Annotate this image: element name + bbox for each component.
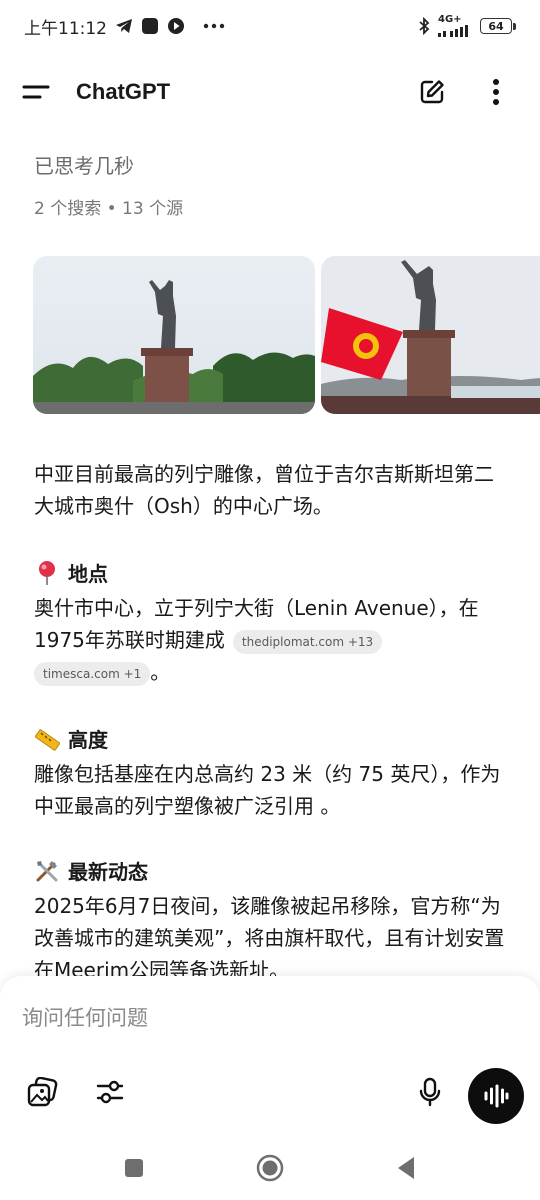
image-upload-button[interactable]: [20, 1070, 64, 1114]
thinking-label[interactable]: 已思考几秒: [34, 150, 134, 179]
tools-button[interactable]: [88, 1070, 132, 1114]
location-end: 。: [150, 660, 171, 684]
height-paragraph: 雕像包括基座在内总高约 23 米（约 75 英尺），作为中亚最高的列宁塑像被广泛…: [34, 762, 501, 818]
location-title: 地点: [68, 562, 108, 586]
lenin-statue-photo-1[interactable]: [33, 256, 315, 414]
status-bar: 上午11:12 4G+ 64: [0, 0, 540, 52]
latest-paragraph: 2025年6月7日夜间，该雕像被起吊移除，官方称“为改善城市的建筑美观”，将由旗…: [34, 894, 505, 982]
height-title: 高度: [68, 728, 108, 752]
location-heading: 地点: [34, 558, 108, 587]
more-vertical-icon: [493, 79, 499, 105]
network-label: 4G+: [438, 14, 462, 25]
app-title: ChatGPT: [76, 79, 171, 104]
new-chat-button[interactable]: [410, 70, 454, 114]
chat-content[interactable]: 已思考几秒 2 个搜索 • 13 个源 中亚目前最高的列宁雕像，曾位于吉尔吉斯斯…: [0, 124, 540, 984]
composer: [0, 976, 540, 1136]
microphone-icon: [419, 1077, 441, 1107]
system-nav-bar: [0, 1136, 540, 1200]
voice-mode-button[interactable]: [468, 1068, 524, 1124]
image-carousel[interactable]: [33, 256, 540, 414]
signal-icon: 4G+: [438, 15, 472, 37]
menu-button[interactable]: [22, 74, 58, 110]
more-dots-icon: [203, 23, 225, 29]
telegram-icon: [115, 18, 133, 34]
status-time: 上午11:12: [24, 18, 107, 39]
latest-title: 最新动态: [68, 860, 148, 884]
home-button[interactable]: [250, 1148, 290, 1188]
dictation-button[interactable]: [408, 1070, 452, 1114]
play-circle-icon: [167, 17, 185, 35]
source-chip-timesca[interactable]: timesca.com +1: [34, 661, 151, 686]
recents-button[interactable]: [114, 1148, 154, 1188]
ruler-icon: [34, 726, 60, 752]
sources-label[interactable]: 2 个搜索 • 13 个源: [34, 194, 183, 219]
message-input[interactable]: [22, 998, 512, 1038]
battery-level: 64: [480, 18, 512, 34]
back-icon: [398, 1157, 414, 1179]
home-icon: [256, 1154, 284, 1182]
intro-paragraph: 中亚目前最高的列宁雕像，曾位于吉尔吉斯斯坦第二大城市奥什（Osh）的中心广场。: [34, 462, 494, 518]
tools-sliders-icon: [96, 1080, 124, 1104]
latest-heading: 最新动态: [34, 856, 148, 885]
app-square-icon: [141, 17, 159, 35]
status-left: 上午11:12: [24, 14, 225, 39]
battery-icon: 64: [480, 18, 516, 34]
back-button[interactable]: [386, 1148, 426, 1188]
voice-mode-icon: [484, 1084, 509, 1108]
app-header: ChatGPT: [0, 60, 540, 124]
height-heading: 高度: [34, 724, 108, 753]
recents-icon: [125, 1159, 143, 1177]
source-chip-diplomat[interactable]: thediplomat.com +13: [232, 629, 383, 654]
image-upload-icon: [27, 1077, 58, 1107]
edit-icon: [420, 80, 444, 104]
status-right: 4G+ 64: [418, 15, 516, 37]
pin-icon: [34, 560, 60, 586]
menu-icon: [22, 85, 50, 99]
more-options-button[interactable]: [474, 70, 518, 114]
location-paragraph: 奥什市中心，立于列宁大街（Lenin Avenue），在1975年苏联时期建成 t…: [34, 592, 512, 688]
lenin-statue-photo-2[interactable]: [321, 256, 540, 414]
tools-icon: [34, 858, 60, 884]
bluetooth-icon: [418, 17, 430, 35]
